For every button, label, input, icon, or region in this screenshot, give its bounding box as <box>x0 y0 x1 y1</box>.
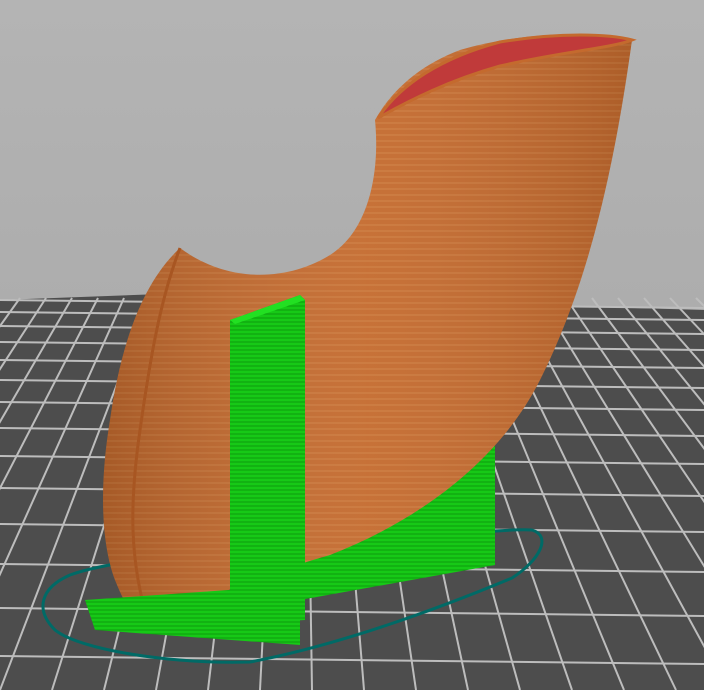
support-tower <box>230 295 305 625</box>
3d-preview-viewport[interactable] <box>0 0 704 690</box>
scene-canvas <box>0 33 704 690</box>
